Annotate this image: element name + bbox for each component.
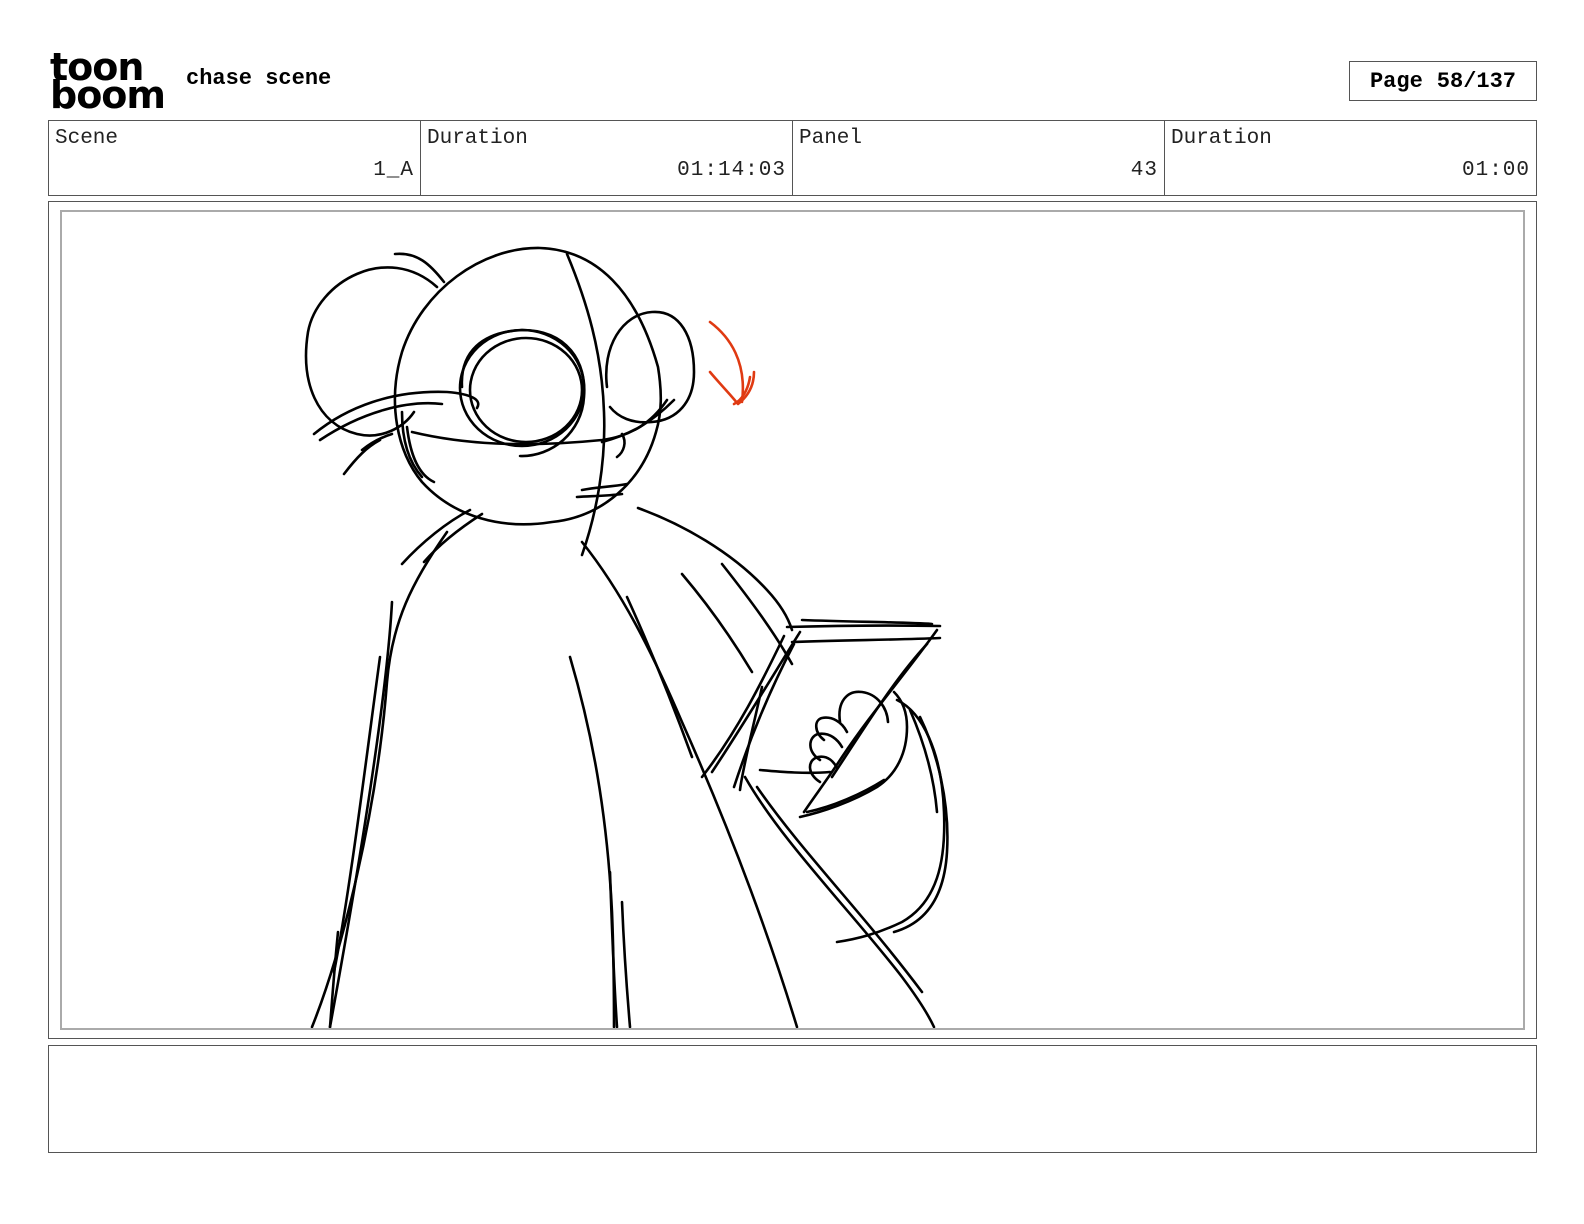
- scene-duration-label: Duration: [427, 127, 528, 150]
- body-left: [310, 530, 449, 1028]
- body-left-2: [328, 600, 394, 1028]
- hand-thumb: [758, 768, 832, 775]
- motion-arrow: [708, 320, 756, 406]
- shoulder-right: [636, 506, 794, 632]
- panel-cell: Panel 43: [793, 121, 1165, 195]
- project-title: chase scene: [186, 66, 332, 91]
- right-ear: [604, 310, 696, 424]
- bag-outline-2: [892, 715, 949, 934]
- scene-value: 1_A: [373, 159, 414, 182]
- head-center-line: [565, 252, 606, 557]
- logo-word-bottom: boom: [50, 73, 166, 117]
- page-value: 58/137: [1436, 68, 1517, 94]
- collar-left: [400, 508, 472, 566]
- scene-info-bar: Scene 1_A Duration 01:14:03 Panel 43 Dur…: [48, 120, 1537, 196]
- body-inner: [568, 655, 616, 1028]
- body-left-tick: [328, 930, 340, 1028]
- panel-notes: [48, 1045, 1537, 1153]
- mouth-line-1: [580, 482, 629, 492]
- page-indicator: Page 58/137: [1349, 61, 1537, 101]
- tablet-right: [802, 628, 939, 814]
- scene-duration-cell: Duration 01:14:03: [421, 121, 793, 195]
- goggle-strap-tie: [342, 438, 382, 476]
- scene-label: Scene: [55, 127, 119, 150]
- hand-palm-2: [805, 778, 886, 814]
- panel-duration-label: Duration: [1171, 127, 1272, 150]
- panel-value: 43: [1130, 159, 1158, 182]
- body-left-3: [332, 655, 382, 974]
- left-ear: [304, 266, 439, 437]
- goggle-strap-low: [410, 398, 669, 446]
- storyboard-panel: [48, 201, 1537, 1039]
- page-label: Page: [1369, 68, 1423, 94]
- panel-label: Panel: [799, 127, 863, 150]
- hand-palm: [798, 690, 909, 819]
- tablet-top-2: [790, 636, 942, 644]
- panel-duration-value: 01:00: [1461, 159, 1530, 182]
- tablet-top-3: [800, 618, 934, 626]
- tablet-top: [785, 624, 942, 629]
- body-center-2: [625, 595, 694, 759]
- scene-cell: Scene 1_A: [49, 121, 421, 195]
- goggle-lens-outline: [460, 328, 586, 458]
- tablet-left: [710, 630, 802, 774]
- panel-duration-cell: Duration 01:00: [1165, 121, 1536, 195]
- character-sketch: [304, 246, 949, 1028]
- body-right-lower-2: [755, 785, 924, 994]
- body-right-lower: [743, 775, 936, 1028]
- sketch-drawing: [304, 246, 949, 1028]
- toonboom-logo: toon boom: [50, 48, 166, 117]
- hand-top: [838, 690, 890, 724]
- goggle-lens-inner: [468, 336, 584, 444]
- body-inner-3: [620, 900, 632, 1028]
- panel-drawing-area: [60, 210, 1525, 1030]
- scene-duration-value: 01:14:03: [677, 159, 786, 182]
